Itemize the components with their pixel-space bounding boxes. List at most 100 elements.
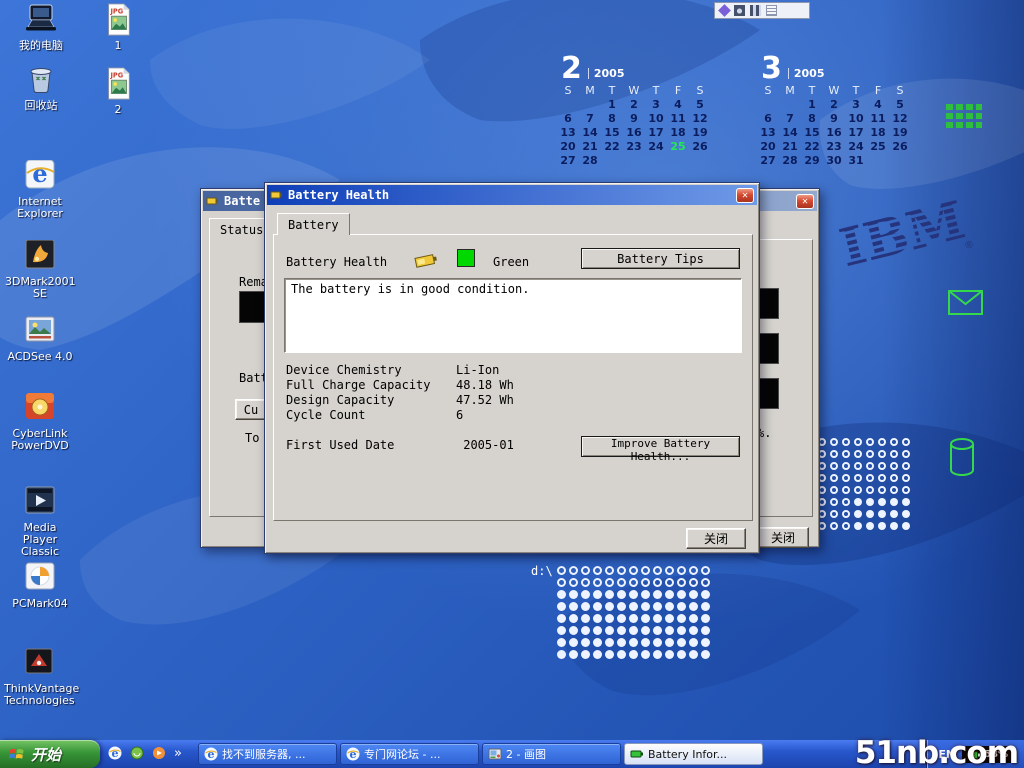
dot (653, 578, 662, 587)
grid-icon (946, 104, 982, 135)
taskbar-task[interactable]: Battery Infor... (624, 743, 763, 765)
calendar-day: 12 (889, 112, 911, 126)
dot (830, 474, 838, 482)
close-icon[interactable]: ✕ (736, 188, 754, 203)
taskbar-task[interactable]: 2 - 画图 (482, 743, 621, 765)
dot (617, 650, 626, 659)
calendar-day: 28 (779, 154, 801, 168)
health-status-swatch (457, 249, 475, 267)
dot (677, 578, 686, 587)
health-label: Battery Health (286, 255, 387, 269)
chevron-icon[interactable]: » (174, 746, 190, 762)
notes-icon[interactable] (766, 5, 777, 16)
dot (866, 498, 874, 506)
thinkvantage-icon (21, 647, 57, 681)
desktop-icon-pcmark[interactable]: PCMark04 (5, 562, 75, 610)
dot (878, 438, 886, 446)
screen-capture-toolbar[interactable] (714, 2, 810, 19)
calendar-day: 11 (867, 112, 889, 126)
dot (569, 614, 578, 623)
desktop-icon-powerdvd[interactable]: CyberLink PowerDVD (5, 392, 75, 452)
calendar-day: 16 (623, 126, 645, 140)
tab-battery[interactable]: Battery (277, 213, 350, 235)
desktop-icon-jpg-file-2[interactable]: JPG2 (92, 66, 144, 116)
desktop-icon-acdsee[interactable]: ACDSee 4.0 (5, 315, 75, 363)
dot (605, 578, 614, 587)
dot (677, 614, 686, 623)
calendar-day: 20 (557, 140, 579, 154)
battery-tips-button[interactable]: Battery Tips (581, 248, 740, 269)
mpc-icon (22, 486, 58, 520)
dot (569, 578, 578, 587)
calendar-day: 31 (845, 154, 867, 168)
calendar-day: 29 (801, 154, 823, 168)
icon-label: Media Player Classic (5, 522, 75, 558)
msn-icon[interactable] (130, 746, 146, 762)
film-icon[interactable] (750, 5, 761, 16)
dot (677, 602, 686, 611)
dot (569, 590, 578, 599)
dot (677, 650, 686, 659)
dot (842, 510, 850, 518)
dot (629, 614, 638, 623)
desktop-icon-my-computer[interactable]: 我的电脑 (6, 4, 76, 52)
desktop-icon-ie[interactable]: eInternet Explorer (5, 160, 75, 220)
ie-icon[interactable]: e (108, 746, 124, 762)
dot (641, 578, 650, 587)
current-button[interactable]: Cu (235, 399, 267, 420)
start-button[interactable]: 开始 (0, 740, 100, 768)
gauge-block (757, 333, 779, 364)
dot (842, 462, 850, 470)
calendar-day: 6 (757, 112, 779, 126)
dot (689, 578, 698, 587)
dialog-titlebar[interactable]: Battery Health ✕ (267, 185, 757, 205)
taskbar-task[interactable]: e找不到服务器, ... (198, 743, 337, 765)
dot (902, 522, 910, 530)
calendar-day: 19 (889, 126, 911, 140)
calendar-day: 5 (689, 98, 711, 112)
pointer-icon[interactable] (718, 4, 731, 17)
desktop-icon-mpc[interactable]: Media Player Classic (5, 486, 75, 558)
dot (665, 650, 674, 659)
desktop-icon-3dmark[interactable]: 3DMark2001 SE (5, 240, 75, 300)
dot (593, 578, 602, 587)
dot (605, 566, 614, 575)
dot (593, 590, 602, 599)
calendar-day: 22 (601, 140, 623, 154)
calendar-day: 16 (823, 126, 845, 140)
dot (665, 614, 674, 623)
desktop-icon-thinkvantage[interactable]: ThinkVantage Technologies (4, 647, 74, 707)
close-button[interactable]: 关闭 (686, 528, 746, 549)
calendar-day: 25 (667, 140, 689, 154)
calendar-day: 26 (689, 140, 711, 154)
dot (854, 438, 862, 446)
media-icon[interactable] (152, 746, 168, 762)
icon-label: PCMark04 (5, 598, 75, 610)
pcmark-icon (22, 562, 58, 596)
calendar-dow: M (579, 84, 601, 98)
dot (581, 602, 590, 611)
close-icon[interactable]: ✕ (796, 194, 814, 209)
calendar-day (779, 98, 801, 112)
dot (557, 590, 566, 599)
dot (653, 650, 662, 659)
dot (878, 462, 886, 470)
dot (701, 602, 710, 611)
desktop-icon-recycle-bin[interactable]: 回收站 (6, 64, 76, 112)
camera-icon[interactable] (734, 5, 745, 16)
dot (641, 650, 650, 659)
improve-battery-health-button[interactable]: Improve Battery Health... (581, 436, 740, 457)
taskbar-task[interactable]: e专门网论坛 - ... (340, 743, 479, 765)
calendar-day: 27 (757, 154, 779, 168)
calendar-day: 13 (757, 126, 779, 140)
desktop-icon-jpg-file-1[interactable]: JPG1 (92, 2, 144, 52)
drive-label: d:\ (531, 564, 553, 578)
calendar-day: 28 (579, 154, 601, 168)
icon-label: 2 (92, 104, 144, 116)
condition-textbox[interactable]: The battery is in good condition. (284, 278, 742, 353)
dot (605, 638, 614, 647)
calendar-month-numeral: 2 (561, 56, 582, 81)
close-button[interactable]: 关闭 (757, 527, 809, 548)
dot (878, 486, 886, 494)
svg-text:e: e (32, 160, 47, 188)
